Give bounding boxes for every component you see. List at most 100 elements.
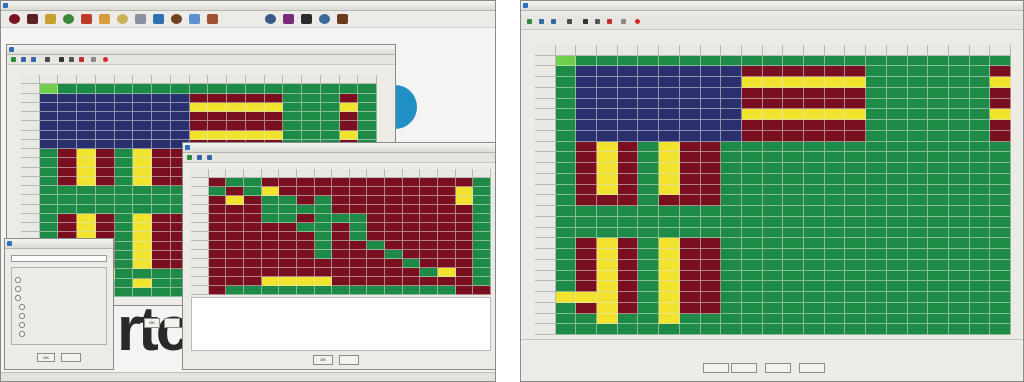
matrix-header-cell[interactable]: [21, 186, 40, 196]
matrix-cell[interactable]: [58, 84, 78, 94]
matrix-cell[interactable]: [741, 249, 763, 260]
matrix-cell[interactable]: [420, 232, 439, 241]
matrix-cell[interactable]: [243, 178, 262, 187]
matrix-cell[interactable]: [804, 259, 825, 271]
matrix-cell[interactable]: [638, 109, 660, 121]
matrix-cell[interactable]: [264, 112, 284, 122]
matrix-cell[interactable]: [969, 227, 991, 239]
matrix-cell[interactable]: [349, 223, 368, 232]
matrix-cell[interactable]: [314, 196, 333, 205]
matrix-cell[interactable]: [886, 87, 908, 99]
matrix-cell[interactable]: [721, 130, 742, 142]
matrix-cell[interactable]: [133, 139, 153, 149]
matrix-cell[interactable]: [296, 187, 315, 196]
matrix-header-cell[interactable]: [21, 139, 40, 149]
matrix-cell[interactable]: [455, 187, 474, 196]
matrix-cell[interactable]: [659, 130, 680, 142]
matrix-cell[interactable]: [367, 214, 386, 223]
matrix-cell[interactable]: [700, 302, 722, 314]
matrix-cell[interactable]: [555, 130, 577, 142]
matrix-cell[interactable]: [845, 292, 867, 303]
matrix-cell[interactable]: [824, 216, 846, 228]
matrix-cell[interactable]: [679, 141, 701, 153]
matrix-cell[interactable]: [358, 130, 377, 140]
options-dialog[interactable]: OK: [4, 238, 114, 370]
matrix-cell[interactable]: [152, 204, 171, 214]
matrix-cell[interactable]: [555, 141, 577, 153]
down-icon[interactable]: [207, 155, 212, 160]
matrix-cell[interactable]: [402, 196, 421, 205]
matrix-cell[interactable]: [762, 249, 784, 260]
matrix-cell[interactable]: [638, 173, 660, 185]
matrix-cell[interactable]: [152, 130, 171, 140]
matrix-cell[interactable]: [741, 324, 763, 335]
matrix-cell[interactable]: [555, 259, 577, 271]
matrix-cell[interactable]: [114, 186, 134, 196]
matrix-cell[interactable]: [576, 98, 598, 110]
matrix-cell[interactable]: [279, 196, 297, 205]
matrix-cell[interactable]: [39, 121, 59, 131]
matrix-cell[interactable]: [114, 269, 134, 279]
matrix-cell[interactable]: [339, 121, 359, 131]
matrix-cell[interactable]: [907, 87, 929, 99]
matrix-cell[interactable]: [95, 223, 115, 233]
matrix-cell[interactable]: [845, 55, 867, 67]
matrix-cell[interactable]: [659, 195, 680, 207]
matrix-cancel-button[interactable]: [164, 318, 180, 328]
matrix-cell[interactable]: [314, 250, 333, 259]
matrix-header-cell[interactable]: [95, 75, 115, 85]
matrix-cell[interactable]: [948, 195, 970, 207]
matrix-cell[interactable]: [762, 227, 784, 239]
matrix-cell[interactable]: [114, 167, 134, 177]
matrix-cell[interactable]: [679, 313, 701, 325]
matrix-cell[interactable]: [804, 120, 825, 131]
matrix-cell[interactable]: [659, 120, 680, 131]
matrix-cell[interactable]: [886, 173, 908, 185]
matrix-cell[interactable]: [866, 259, 887, 271]
matrix-cell[interactable]: [455, 286, 474, 295]
matrix-cell[interactable]: [659, 324, 680, 335]
matrix-cell[interactable]: [762, 130, 784, 142]
matrix-cell[interactable]: [804, 270, 825, 282]
matrix-cell[interactable]: [349, 214, 368, 223]
matrix-cell[interactable]: [845, 302, 867, 314]
matrix-cell[interactable]: [990, 98, 1011, 110]
matrix-cell[interactable]: [576, 195, 598, 207]
matrix-cell[interactable]: [367, 250, 386, 259]
matrix-header-cell[interactable]: [332, 169, 350, 178]
matrix-cell[interactable]: [473, 241, 491, 250]
matrix-cell[interactable]: [866, 184, 887, 196]
matrix-cell[interactable]: [114, 149, 134, 159]
matrix-cell[interactable]: [721, 141, 742, 153]
matrix-cell[interactable]: [824, 163, 846, 174]
matrix-cell[interactable]: [824, 302, 846, 314]
matrix-cell[interactable]: [576, 227, 598, 239]
matrix-cell[interactable]: [152, 278, 171, 288]
matrix-cell[interactable]: [845, 281, 867, 293]
matrix-cell[interactable]: [473, 178, 491, 187]
matrix-cell[interactable]: [358, 102, 377, 112]
matrix-cell[interactable]: [845, 184, 867, 196]
matrix-cell[interactable]: [886, 66, 908, 78]
matrix-cell[interactable]: [95, 121, 115, 131]
matrix-cell[interactable]: [679, 77, 701, 88]
matrix-cell[interactable]: [928, 120, 949, 131]
globe-icon[interactable]: [135, 14, 146, 24]
matrix-cell[interactable]: [804, 281, 825, 293]
matrix-cell[interactable]: [332, 286, 350, 295]
matrix-cell[interactable]: [783, 173, 805, 185]
matrix-cell[interactable]: [824, 152, 846, 164]
dialog-option[interactable]: [15, 293, 105, 302]
matrix-cell[interactable]: [261, 241, 280, 250]
matrix-cell[interactable]: [990, 173, 1011, 185]
matrix-cell[interactable]: [555, 195, 577, 207]
matrix-cell[interactable]: [58, 167, 78, 177]
matrix-cell[interactable]: [243, 259, 262, 268]
matrix-header-cell[interactable]: [990, 45, 1011, 56]
matrix-cell[interactable]: [133, 269, 153, 279]
matrix-cell[interactable]: [114, 158, 134, 168]
matrix-cell[interactable]: [189, 121, 209, 131]
matrix-cell[interactable]: [597, 270, 618, 282]
matrix-cell[interactable]: [886, 227, 908, 239]
matrix-cell[interactable]: [261, 250, 280, 259]
